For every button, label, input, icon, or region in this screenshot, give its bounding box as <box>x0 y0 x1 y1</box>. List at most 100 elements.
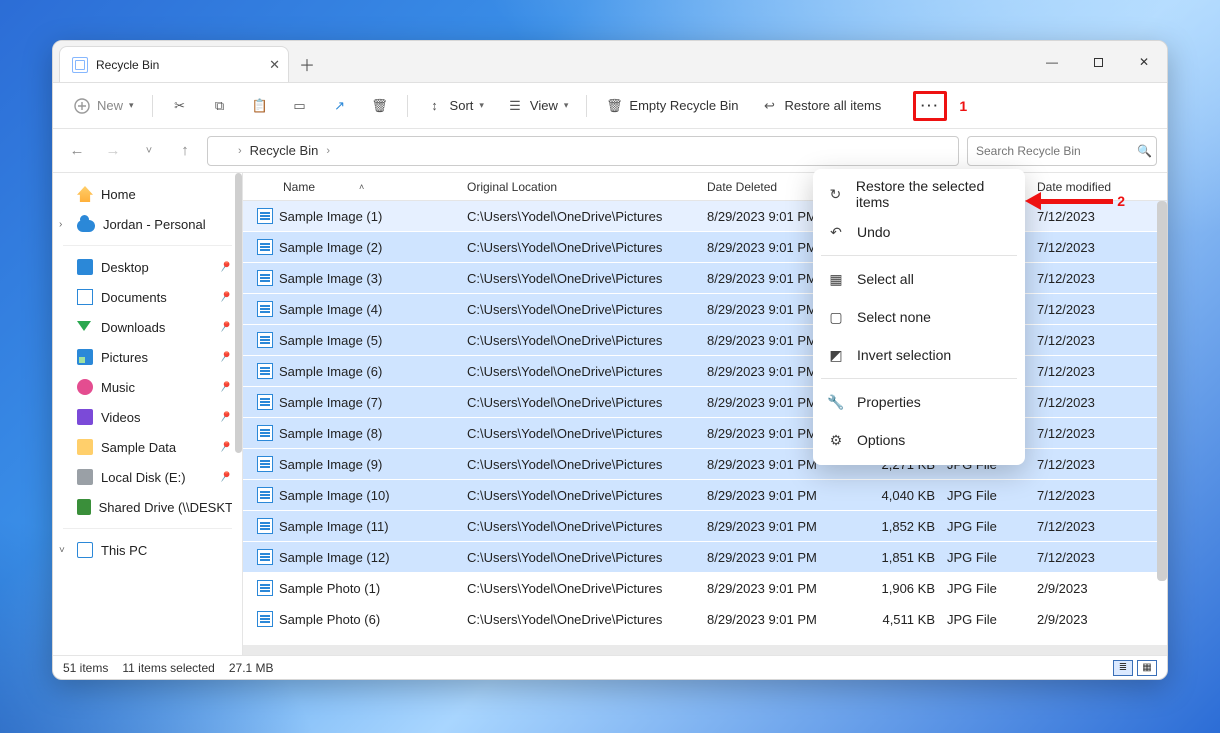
maximize-button[interactable] <box>1075 41 1121 83</box>
table-row[interactable]: Sample Image (10)C:\Users\Yodel\OneDrive… <box>243 480 1167 511</box>
details-view-button[interactable]: ≣ <box>1113 660 1133 676</box>
sidebar-item-this-pc[interactable]: ˅This PC <box>53 535 242 565</box>
maximize-icon <box>1094 58 1103 67</box>
table-row[interactable]: Sample Image (7)C:\Users\Yodel\OneDrive\… <box>243 387 1167 418</box>
file-list-pane: Name˄ Original Location Date Deleted Siz… <box>243 173 1167 655</box>
share-button[interactable]: ↗ <box>323 90 357 122</box>
sidebar-label: Pictures <box>101 350 148 365</box>
sidebar-item-sample[interactable]: Sample Data📍 <box>53 432 242 462</box>
rename-button[interactable]: ▭ <box>283 90 317 122</box>
trash-icon: 🗑 <box>371 97 389 115</box>
file-type: JPG File <box>941 550 1031 565</box>
scissors-icon: ✂ <box>171 97 189 115</box>
toolbar: New ▾ ✂ ⧉ 📋 ▭ ↗ 🗑 ↕ Sort ▾ ☰ View ▾ 🗑 Em… <box>53 83 1167 129</box>
menu-select-none[interactable]: ▢Select none <box>813 298 1025 336</box>
table-row[interactable]: Sample Image (5)C:\Users\Yodel\OneDrive\… <box>243 325 1167 356</box>
minimize-button[interactable]: — <box>1029 41 1075 83</box>
menu-properties[interactable]: 🔧Properties <box>813 383 1025 421</box>
music-icon <box>77 379 93 395</box>
menu-options[interactable]: ⚙Options <box>813 421 1025 459</box>
sort-button[interactable]: ↕ Sort ▾ <box>418 90 492 122</box>
up-button[interactable]: ↑ <box>171 142 199 159</box>
sidebar-item-pictures[interactable]: Pictures 📍 <box>53 342 242 372</box>
menu-undo[interactable]: ↶Undo <box>813 213 1025 251</box>
new-tab-button[interactable]: ＋ <box>289 46 325 82</box>
table-row[interactable]: Sample Image (11)C:\Users\Yodel\OneDrive… <box>243 511 1167 542</box>
table-row[interactable]: Sample Image (9)C:\Users\Yodel\OneDrive\… <box>243 449 1167 480</box>
menu-restore-selected[interactable]: ↻Restore the selected items <box>813 175 1025 213</box>
paste-button[interactable]: 📋 <box>243 90 277 122</box>
sidebar-item-drive-e[interactable]: Local Disk (E:)📍 <box>53 462 242 492</box>
table-row[interactable]: Sample Image (6)C:\Users\Yodel\OneDrive\… <box>243 356 1167 387</box>
sidebar-item-videos[interactable]: Videos📍 <box>53 402 242 432</box>
file-date-modified: 7/12/2023 <box>1031 395 1141 410</box>
expand-icon[interactable]: ˅ <box>59 545 65 556</box>
table-row[interactable]: Sample Photo (6)C:\Users\Yodel\OneDrive\… <box>243 604 1167 635</box>
restore-all-button[interactable]: ↩ Restore all items <box>753 90 890 122</box>
sidebar-item-desktop[interactable]: Desktop📍 <box>53 252 242 282</box>
file-date-modified: 7/12/2023 <box>1031 457 1141 472</box>
sidebar-item-music[interactable]: Music📍 <box>53 372 242 402</box>
table-row[interactable]: Sample Image (4)C:\Users\Yodel\OneDrive\… <box>243 294 1167 325</box>
search-box[interactable]: 🔍 <box>967 136 1157 166</box>
file-location: C:\Users\Yodel\OneDrive\Pictures <box>461 581 701 596</box>
status-selected: 11 items selected <box>122 661 215 675</box>
pin-icon: 📍 <box>216 348 235 367</box>
expand-icon[interactable]: › <box>59 219 62 230</box>
thumbnails-view-button[interactable]: ▦ <box>1137 660 1157 676</box>
file-date-modified: 7/12/2023 <box>1031 426 1141 441</box>
file-size: 4,040 KB <box>851 488 941 503</box>
sort-icon: ↕ <box>426 97 444 115</box>
sidebar-item-downloads[interactable]: Downloads📍 <box>53 312 242 342</box>
file-size: 4,511 KB <box>851 612 941 627</box>
table-row[interactable]: Sample Image (12)C:\Users\Yodel\OneDrive… <box>243 542 1167 573</box>
file-date-modified: 7/12/2023 <box>1031 302 1141 317</box>
address-bar[interactable]: › Recycle Bin › <box>207 136 959 166</box>
separator <box>586 95 587 117</box>
home-icon <box>77 186 93 202</box>
drive-icon <box>77 469 93 485</box>
separator <box>63 528 232 529</box>
empty-recycle-bin-button[interactable]: 🗑 Empty Recycle Bin <box>597 90 746 122</box>
copy-button[interactable]: ⧉ <box>203 90 237 122</box>
view-button[interactable]: ☰ View ▾ <box>498 90 576 122</box>
sidebar-item-shared[interactable]: Shared Drive (\\DESKTOP- <box>53 492 242 522</box>
see-more-button[interactable]: ··· <box>913 91 947 121</box>
file-date-modified: 7/12/2023 <box>1031 488 1141 503</box>
file-date-modified: 7/12/2023 <box>1031 519 1141 534</box>
back-button[interactable]: ← <box>63 142 91 159</box>
close-button[interactable]: ✕ <box>1121 41 1167 83</box>
view-toggle: ≣ ▦ <box>1113 660 1157 676</box>
menu-invert-selection[interactable]: ◩Invert selection <box>813 336 1025 374</box>
table-row[interactable]: Sample Image (8)C:\Users\Yodel\OneDrive\… <box>243 418 1167 449</box>
file-size: 1,851 KB <box>851 550 941 565</box>
delete-button[interactable]: 🗑 <box>363 90 397 122</box>
sidebar-item-home[interactable]: Home <box>53 179 242 209</box>
file-name: Sample Image (1) <box>279 209 382 224</box>
table-row[interactable]: Sample Image (3)C:\Users\Yodel\OneDrive\… <box>243 263 1167 294</box>
search-icon[interactable]: 🔍 <box>1137 144 1152 158</box>
search-input[interactable] <box>976 144 1131 158</box>
tab-close-icon[interactable]: ✕ <box>269 57 280 73</box>
desktop-icon <box>77 259 93 275</box>
scrollbar[interactable] <box>1157 201 1167 581</box>
table-row[interactable]: Sample Photo (1)C:\Users\Yodel\OneDrive\… <box>243 573 1167 604</box>
sidebar-item-documents[interactable]: Documents📍 <box>53 282 242 312</box>
restore-icon: ↩ <box>761 97 779 115</box>
menu-select-all[interactable]: ▦Select all <box>813 260 1025 298</box>
new-button[interactable]: New ▾ <box>65 90 142 122</box>
cut-button[interactable]: ✂ <box>163 90 197 122</box>
horizontal-scrollbar[interactable] <box>243 645 1167 655</box>
file-name: Sample Image (12) <box>279 550 390 565</box>
copy-icon: ⧉ <box>211 97 229 115</box>
tab-recycle-bin[interactable]: Recycle Bin ✕ <box>59 46 289 82</box>
sidebar-item-onedrive[interactable]: ›Jordan - Personal <box>53 209 242 239</box>
file-location: C:\Users\Yodel\OneDrive\Pictures <box>461 302 701 317</box>
col-original-location[interactable]: Original Location <box>461 180 701 194</box>
recent-locations-button[interactable]: ˅ <box>135 145 163 157</box>
pin-icon: 📍 <box>216 318 235 337</box>
table-row[interactable]: Sample Image (2)C:\Users\Yodel\OneDrive\… <box>243 232 1167 263</box>
sidebar-label: Sample Data <box>101 440 176 455</box>
col-name[interactable]: Name˄ <box>251 180 461 194</box>
forward-button[interactable]: → <box>99 142 127 159</box>
